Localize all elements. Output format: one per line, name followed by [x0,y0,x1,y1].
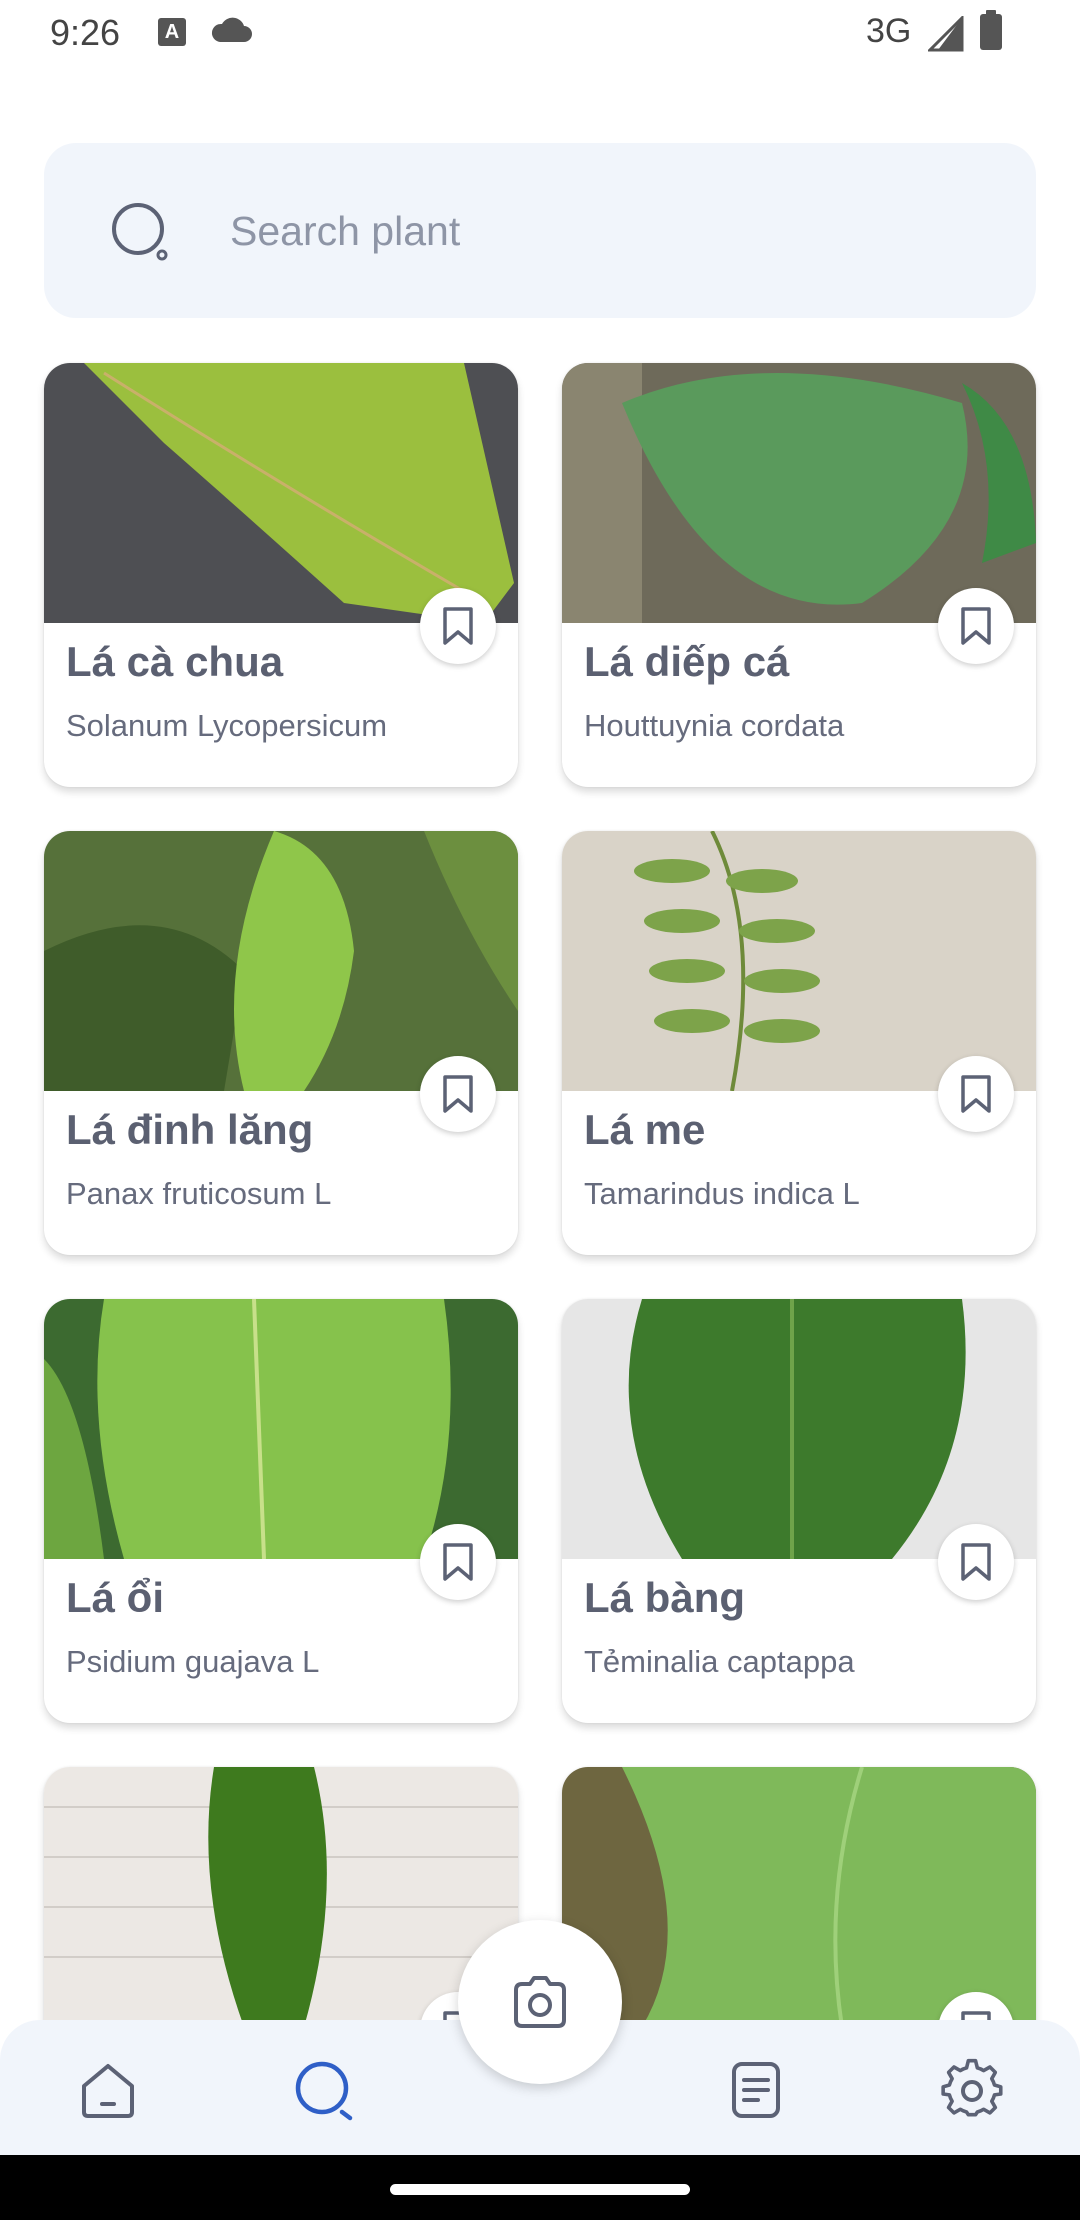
bookmark-button[interactable] [420,588,496,664]
plant-scientific-name: Psidium guajava L [66,1644,320,1679]
plant-scientific-name: Houttuynia cordata [584,708,845,743]
camera-button[interactable] [458,1920,622,2084]
notes-icon [732,2062,780,2118]
bookmark-icon [961,607,991,645]
home-gesture-handle[interactable] [390,2184,690,2195]
plant-image [562,831,1036,1091]
plant-card[interactable]: Lá diếp cá Houttuynia cordata [562,363,1036,787]
plant-name: Lá ổi [66,1574,165,1621]
search-input[interactable] [230,193,990,269]
bookmark-button[interactable] [938,1524,1014,1600]
plant-name: Lá cà chua [66,638,284,685]
plant-scientific-name: Panax fruticosum L [66,1176,332,1211]
plant-name: Lá bàng [584,1574,746,1621]
plant-scientific-name: Tẻminalia captappa [584,1644,855,1679]
bookmark-button[interactable] [938,588,1014,664]
nav-notes[interactable] [716,2050,796,2130]
battery-icon [980,10,1002,50]
settings-icon [941,2058,1003,2117]
bookmark-icon [961,1075,991,1113]
plant-name: Lá me [584,1106,706,1153]
plant-card[interactable]: Lá me Tamarindus indica L [562,831,1036,1255]
plant-image [44,1299,518,1559]
plant-scientific-name: Tamarindus indica L [584,1176,860,1211]
plant-scientific-name: Solanum Lycopersicum [66,708,388,743]
plant-image [44,1767,518,2027]
plant-card[interactable]: Lá đinh lăng Panax fruticosum L [44,831,518,1255]
cloud-icon [211,17,252,42]
nav-home[interactable] [68,2050,148,2130]
network-type: 3G [866,12,912,50]
search-icon [295,2061,353,2121]
search-icon [112,203,168,261]
plant-name: Lá đinh lăng [66,1106,314,1153]
plant-card[interactable]: Lá ổi Psidium guajava L [44,1299,518,1723]
camera-icon [514,1976,566,2028]
bookmark-button[interactable] [938,1056,1014,1132]
home-icon [82,2064,134,2118]
nav-settings[interactable] [932,2050,1012,2130]
bookmark-button[interactable] [420,1056,496,1132]
search-bar[interactable] [44,143,1036,318]
plant-image [44,363,518,623]
signal-icon [928,16,964,52]
bookmark-icon [443,1543,473,1581]
keyboard-notification-icon: A [158,18,186,46]
plant-card[interactable]: Lá cà chua Solanum Lycopersicum [44,363,518,787]
bookmark-icon [961,1543,991,1581]
plant-image [562,1767,1036,2027]
status-time: 9:26 [50,12,121,53]
plant-image [562,1299,1036,1559]
plant-image [562,363,1036,623]
bookmark-icon [443,1075,473,1113]
plant-card[interactable]: Lá bàng Tẻminalia captappa [562,1299,1036,1723]
bookmark-icon [443,607,473,645]
nav-search[interactable] [284,2050,364,2130]
bookmark-button[interactable] [420,1524,496,1600]
plant-name: Lá diếp cá [584,638,790,685]
status-bar: 9:26 A 3G [0,0,1080,66]
plant-image [44,831,518,1091]
